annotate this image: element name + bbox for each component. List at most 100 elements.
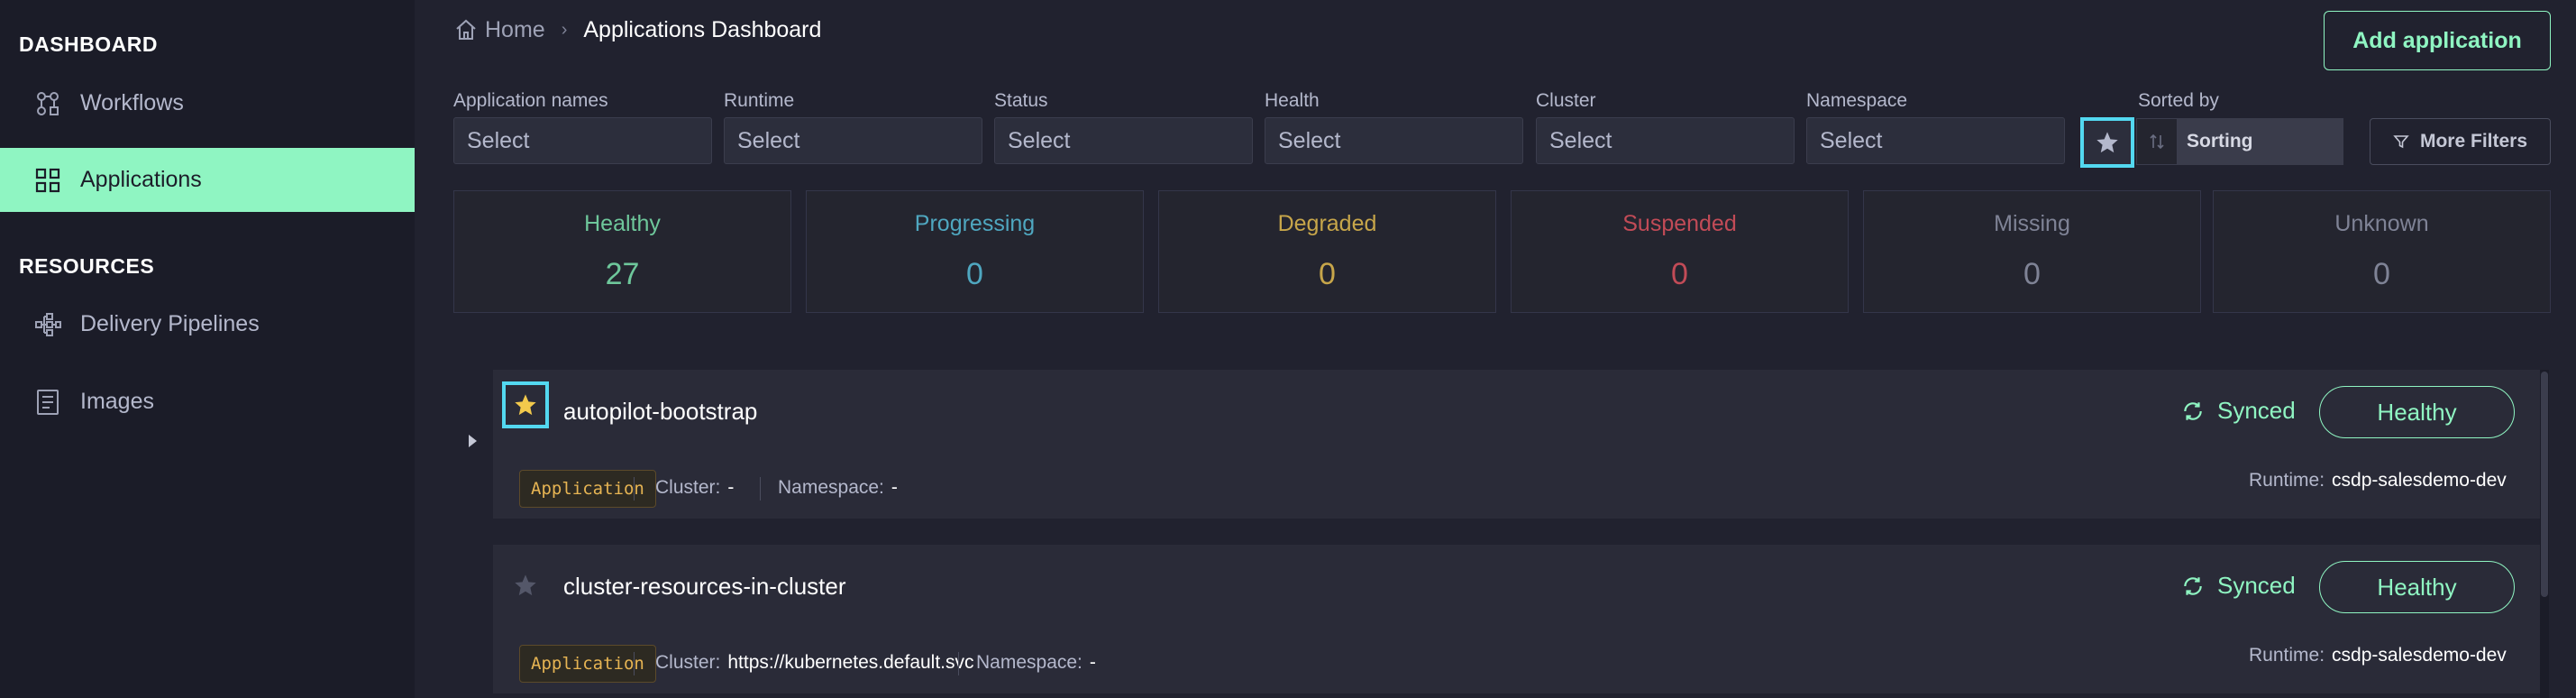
sidebar: DASHBOARD Workflows Applications RESOURC… xyxy=(0,0,415,698)
cluster-info: Cluster: https://kubernetes.default.svc xyxy=(655,652,974,674)
filter-label: Runtime xyxy=(724,90,795,111)
stat-suspended[interactable]: Suspended 0 xyxy=(1511,190,1849,313)
favorite-toggle[interactable] xyxy=(502,381,549,428)
sort-control: Sorting xyxy=(2136,118,2343,165)
stat-label: Degraded xyxy=(1277,211,1377,236)
workflows-icon xyxy=(32,88,63,119)
stat-count: 0 xyxy=(1319,257,1336,291)
grid-icon xyxy=(32,165,63,196)
stat-healthy[interactable]: Healthy 27 xyxy=(453,190,791,313)
expand-caret-icon[interactable] xyxy=(469,435,477,447)
runtime-select[interactable]: Select xyxy=(724,117,982,164)
home-icon xyxy=(456,19,476,40)
divider xyxy=(760,477,761,501)
filter-label: Application names xyxy=(453,90,608,111)
divider xyxy=(634,477,635,501)
runtime-value: csdp-salesdemo-dev xyxy=(2332,645,2507,666)
divider xyxy=(634,652,635,675)
stat-label: Progressing xyxy=(914,211,1036,236)
stat-count: 0 xyxy=(966,257,983,291)
namespace-label: Namespace: xyxy=(778,477,884,498)
stat-progressing[interactable]: Progressing 0 xyxy=(806,190,1144,313)
namespace-info: Namespace: - xyxy=(778,477,898,499)
cluster-value: - xyxy=(727,477,735,498)
sort-arrows-icon xyxy=(2150,133,2164,150)
runtime-info: Runtime: csdp-salesdemo-dev xyxy=(2249,470,2507,491)
star-filled-icon xyxy=(515,394,536,416)
main-content: Home › Applications Dashboard Add applic… xyxy=(415,0,2576,698)
application-card[interactable]: autopilot-bootstrap Synced Healthy Appli… xyxy=(493,370,2541,519)
sort-select[interactable]: Sorting xyxy=(2178,118,2343,165)
sidebar-item-delivery-pipelines[interactable]: Delivery Pipelines xyxy=(0,292,415,356)
stat-unknown[interactable]: Unknown 0 xyxy=(2213,190,2551,313)
favorites-filter-button[interactable] xyxy=(2080,117,2134,168)
sidebar-section-resources: RESOURCES xyxy=(19,254,155,278)
sync-icon xyxy=(2184,576,2202,595)
filter-runtime: Runtime Select xyxy=(724,90,982,164)
stat-label: Missing xyxy=(1994,211,2070,236)
images-icon xyxy=(32,387,63,418)
health-select[interactable]: Select xyxy=(1265,117,1523,164)
sidebar-item-images[interactable]: Images xyxy=(0,370,415,434)
stat-degraded[interactable]: Degraded 0 xyxy=(1158,190,1496,313)
namespace-select[interactable]: Select xyxy=(1806,117,2065,164)
sidebar-item-applications[interactable]: Applications xyxy=(0,148,415,212)
sidebar-item-label: Workflows xyxy=(80,90,184,115)
sync-icon xyxy=(2184,401,2202,420)
filter-status: Status Select xyxy=(994,90,1253,164)
filter-namespace: Namespace Select xyxy=(1806,90,2065,164)
star-icon xyxy=(2096,132,2118,153)
sort-direction-button[interactable] xyxy=(2136,118,2178,165)
runtime-info: Runtime: csdp-salesdemo-dev xyxy=(2249,645,2507,666)
status-select[interactable]: Select xyxy=(994,117,1253,164)
star-icon xyxy=(515,574,536,596)
runtime-label: Runtime: xyxy=(2249,470,2325,491)
filter-health: Health Select xyxy=(1265,90,1523,164)
list-scrollbar[interactable] xyxy=(2540,370,2549,698)
sync-label: Synced xyxy=(2217,572,2296,599)
more-filters-button[interactable]: More Filters xyxy=(2370,118,2551,165)
breadcrumb-home[interactable]: Home xyxy=(454,17,545,43)
stat-missing[interactable]: Missing 0 xyxy=(1863,190,2201,313)
stat-label: Unknown xyxy=(2334,211,2429,236)
sidebar-item-label: Images xyxy=(80,389,154,414)
filter-icon xyxy=(2393,135,2409,149)
breadcrumb: Home › Applications Dashboard xyxy=(454,14,821,45)
sidebar-section-dashboard: DASHBOARD xyxy=(19,32,158,56)
application-card[interactable]: cluster-resources-in-cluster Synced Heal… xyxy=(493,545,2541,693)
breadcrumb-home-label[interactable]: Home xyxy=(485,17,545,43)
filter-application-names: Application names Select xyxy=(453,90,712,164)
filter-cluster: Cluster Select xyxy=(1536,90,1795,164)
breadcrumb-current: Applications Dashboard xyxy=(583,16,822,42)
application-names-select[interactable]: Select xyxy=(453,117,712,164)
namespace-label: Namespace: xyxy=(976,652,1082,673)
sidebar-item-label: Applications xyxy=(80,167,202,192)
pipelines-icon xyxy=(32,309,63,340)
sync-status: Synced xyxy=(2181,397,2296,425)
runtime-value: csdp-salesdemo-dev xyxy=(2332,470,2507,491)
application-name[interactable]: cluster-resources-in-cluster xyxy=(563,573,846,601)
scrollbar-thumb[interactable] xyxy=(2541,372,2548,597)
filter-label: Cluster xyxy=(1536,90,1596,111)
sync-status: Synced xyxy=(2181,572,2296,600)
type-tag: Application xyxy=(519,645,656,683)
cluster-label: Cluster: xyxy=(655,477,721,498)
filter-label: Namespace xyxy=(1806,90,1908,111)
sort-label: Sorted by xyxy=(2138,90,2219,111)
stat-label: Suspended xyxy=(1622,211,1737,236)
breadcrumb-separator: › xyxy=(561,19,568,40)
favorite-toggle[interactable] xyxy=(502,562,549,609)
stat-count: 27 xyxy=(605,257,640,291)
runtime-label: Runtime: xyxy=(2249,645,2325,666)
sidebar-item-workflows[interactable]: Workflows xyxy=(0,71,415,135)
cluster-select[interactable]: Select xyxy=(1536,117,1795,164)
health-badge: Healthy xyxy=(2319,386,2515,438)
cluster-value: https://kubernetes.default.svc xyxy=(727,652,974,673)
application-name[interactable]: autopilot-bootstrap xyxy=(563,398,757,426)
namespace-info: Namespace: - xyxy=(976,652,1096,674)
add-application-button[interactable]: Add application xyxy=(2324,11,2551,70)
sync-label: Synced xyxy=(2217,397,2296,424)
sidebar-item-label: Delivery Pipelines xyxy=(80,311,260,336)
stat-count: 0 xyxy=(2023,257,2041,291)
more-filters-label[interactable]: More Filters xyxy=(2420,131,2527,152)
